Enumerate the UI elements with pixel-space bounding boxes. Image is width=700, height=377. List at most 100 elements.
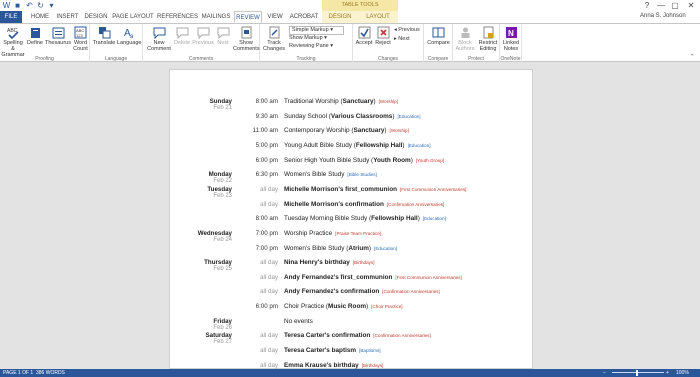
group-label-changes: Changes [377,56,398,62]
group-tracking: Track Changes Simple Markup ▾ Show Marku… [260,24,353,63]
group-label-comments: Comments [188,56,214,62]
reject-button[interactable]: Reject [374,26,392,46]
close-button[interactable]: ✕ [684,0,698,11]
tab-insert[interactable]: INSERT [55,11,80,23]
event-category: [Worship] [389,128,409,134]
tab-table-layout[interactable]: LAYOUT [358,11,398,23]
table-row[interactable]: Tuesday Feb 23 all day Michelle Morrison's … [170,184,534,199]
table-row[interactable]: all day Andy Fernandez's confirmation [Con… [170,286,534,300]
table-row[interactable]: 8:00 am Tuesday Morning Bible Study (Fell… [170,213,534,227]
show-markup-dropdown[interactable]: Show Markup ▾ [289,35,327,42]
table-row[interactable]: Sunday Feb 21 8:00 am Traditional Worship (… [170,96,534,111]
location-paren-close: ) [392,112,395,120]
event-time: all day [260,200,278,208]
zoom-out-icon[interactable]: − [603,369,606,377]
zoom-level[interactable]: 100% [676,369,689,377]
ribbon-tabs: FILE HOME INSERT DESIGN PAGE LAYOUT REFE… [0,11,700,23]
previous-comment-button[interactable]: Previous [192,26,214,46]
tab-page-layout[interactable]: PAGE LAYOUT [112,11,154,23]
event-location: Youth Room [373,156,411,164]
event-entry: Michelle Morrison's confirmation [Confirm… [284,201,444,208]
table-row[interactable]: 6:00 pm Senior High Youth Bible Study (Yo… [170,155,534,169]
zoom-slider-thumb[interactable] [636,370,638,376]
maximize-button[interactable]: ▢ [668,0,682,11]
document-page[interactable]: Sunday Feb 21 8:00 am Traditional Worship (… [169,69,533,369]
collapse-ribbon-icon[interactable]: ⌃ [690,54,695,61]
word-count-button[interactable]: ABC 123 Word Count [72,26,89,52]
table-row[interactable]: 6:00 pm Choir Practice (Music Room) [Choir… [170,301,534,315]
event-category: [Baptisms] [359,348,381,354]
compare-button[interactable]: Compare [426,26,451,46]
group-comments: New Comment Delete Previous Next Show Co… [143,24,260,63]
restrict-editing-button[interactable]: Restrict Editing [477,26,499,52]
tab-acrobat[interactable]: ACROBAT [288,11,320,23]
delete-comment-button[interactable]: Delete [173,26,191,46]
abc-check-icon: ABC [7,28,19,39]
table-row[interactable]: 9:30 am Sunday School (Various Classrooms… [170,111,534,125]
table-row[interactable]: all day Andy Fernandez's first_communion[… [170,272,534,286]
tab-home[interactable]: HOME [27,11,53,23]
word-count[interactable]: 386 WORDS [36,369,65,377]
tab-table-design[interactable]: DESIGN [322,11,358,23]
user-account[interactable]: Anna S. Johnson [640,13,686,19]
tab-mailings[interactable]: MAILINGS [200,11,232,23]
table-row[interactable]: Saturday Feb 27 all day Teresa Carter's con… [170,330,534,345]
zoom-in-icon[interactable]: + [666,369,669,377]
event-entry: Choir Practice (Music Room) [Choir Practi… [284,303,403,310]
minimize-button[interactable]: — [654,0,668,11]
track-changes-button[interactable]: Track Changes [262,26,286,52]
spelling-grammar-button[interactable]: ABC Spelling & Grammar [1,26,25,58]
table-row[interactable]: all day Michelle Morrison's confirmation[… [170,199,534,213]
compare-icon [432,27,445,38]
language-button[interactable]: Aa Language [117,26,141,46]
table-row[interactable]: 11:00 am Contemporary Worship (Sanctuary)… [170,125,534,139]
table-row[interactable]: Friday Feb 26 No events [170,316,534,331]
accept-button[interactable]: Accept [355,26,373,46]
next-comment-button[interactable]: Next [215,26,231,46]
table-row[interactable]: all day Teresa Carter's baptism [Baptisms] [170,345,534,359]
event-entry: Traditional Worship (Sanctuary) [Worship] [284,98,398,105]
tab-review[interactable]: REVIEW [234,11,262,23]
translate-button[interactable]: Translate [92,26,116,46]
tab-file[interactable]: FILE [0,11,22,23]
thesaurus-button[interactable]: Thesaurus [45,26,71,46]
event-entry: Senior High Youth Bible Study (Youth Roo… [284,157,444,164]
group-changes: Accept Reject ◂ Previous ▸ Next Changes [353,24,424,63]
tab-view[interactable]: VIEW [264,11,286,23]
define-button[interactable]: Define [27,26,43,46]
show-comments-button[interactable]: Show Comments [233,26,260,52]
location-paren-close: ) [384,127,387,135]
event-location: Atrium [348,244,369,252]
day-label: Saturday [205,332,232,340]
help-button[interactable]: ? [640,0,654,11]
event-title: Andy Fernandez's first_communion [284,273,393,281]
page-count[interactable]: PAGE 1 OF 1 [3,369,33,377]
day-label: Wednesday [197,229,232,237]
previous-arrow-icon: ◂ [394,27,397,33]
event-time: 11:00 am [252,127,278,135]
table-row[interactable]: 7:00 pm Women's Bible Study (Atrium) [Educ… [170,243,534,257]
block-authors-button[interactable]: Block Authors [454,26,476,52]
table-row[interactable]: 5:00 pm Young Adult Bible Study (Fellowsh… [170,140,534,154]
status-bar: PAGE 1 OF 1 386 WORDS − + 100% [0,369,700,377]
table-row[interactable]: Thursday Feb 25 all day Nina Henry's birthd… [170,257,534,272]
new-comment-button[interactable]: New Comment [145,26,173,52]
event-category: [Bible Studies] [347,172,377,178]
linked-notes-button[interactable]: N Linked Notes [501,26,521,52]
reviewing-pane-dropdown[interactable]: Reviewing Pane ▾ [289,43,333,50]
table-row[interactable]: Monday Feb 22 6:30 pm Women's Bible Study [B… [170,169,534,184]
book-icon [30,28,40,38]
event-entry: Sunday School (Various Classrooms) [Educa… [284,113,421,120]
group-proofing: ABC Spelling & Grammar Define Thesaurus … [0,24,90,63]
markup-select[interactable]: Simple Markup ▾ [289,26,344,35]
event-time: all day [260,361,278,369]
next-change-button[interactable]: ▸ Next [394,36,410,43]
language-icon: Aa [124,28,134,39]
event-time: 7:00 pm [255,244,278,252]
event-title: Andy Fernandez's confirmation [284,288,380,296]
table-row[interactable]: Wednesday Feb 24 7:00 pm Worship Practice [P… [170,228,534,243]
zoom-slider[interactable] [612,372,664,373]
tab-design[interactable]: DESIGN [83,11,109,23]
previous-change-button[interactable]: ◂ Previous [394,27,420,34]
tab-references[interactable]: REFERENCES [157,11,198,23]
